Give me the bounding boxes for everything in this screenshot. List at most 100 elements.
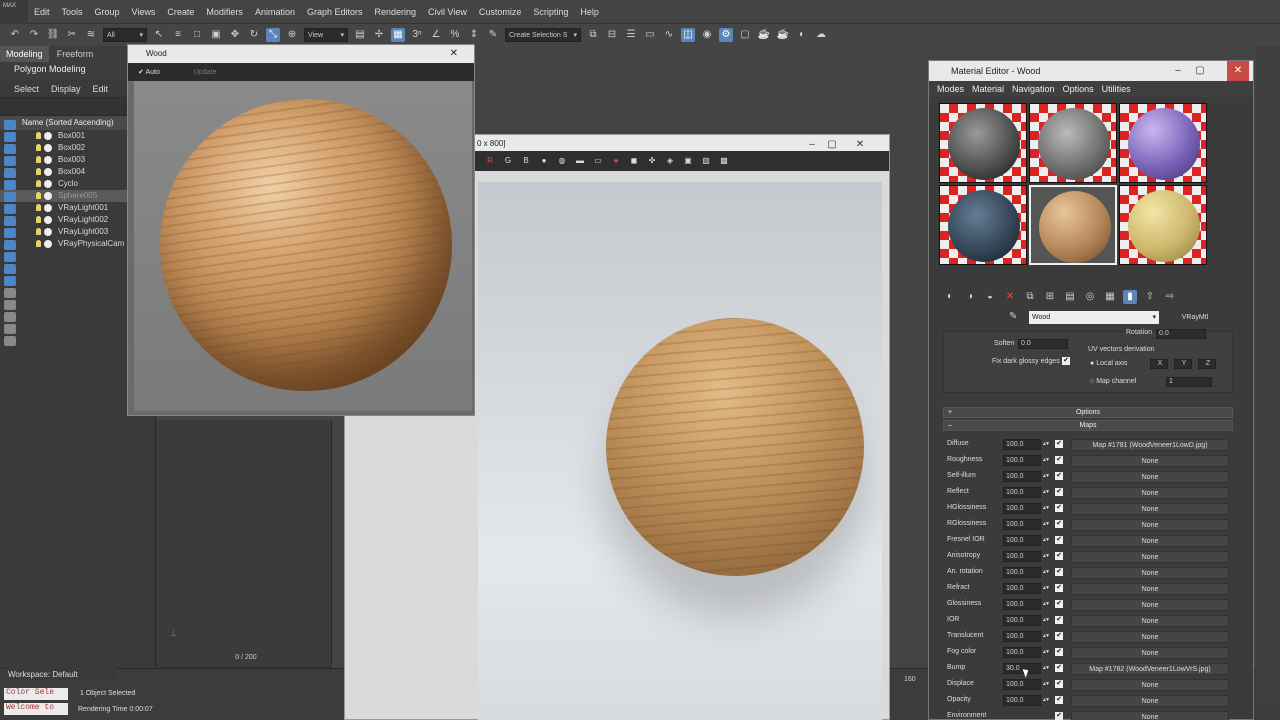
lightbulb-icon[interactable] — [36, 180, 41, 187]
lens-effects-icon[interactable]: ✜ — [647, 156, 657, 166]
rendered-frame-window-icon[interactable]: ▢ — [738, 28, 752, 42]
keyboard-shortcut-icon[interactable]: ▦ — [391, 28, 405, 42]
get-material-icon[interactable]: ◐ — [943, 290, 957, 304]
update-button[interactable]: Update — [194, 69, 217, 76]
map-enable-checkbox[interactable]: ✔ — [1055, 504, 1063, 512]
close-icon[interactable]: ✕ — [851, 135, 869, 155]
history-icon[interactable]: ◈ — [665, 156, 675, 166]
snaps-toggle-icon[interactable]: 3ⁿ — [410, 28, 424, 42]
stop-icon[interactable]: ● — [611, 156, 621, 166]
lightbulb-icon[interactable] — [36, 240, 41, 247]
unlink-icon[interactable]: ✂ — [65, 28, 79, 42]
close-icon[interactable]: ✕ — [450, 45, 458, 63]
mirror-icon[interactable]: ⧉ — [586, 28, 600, 42]
map-slot-button[interactable]: None — [1071, 679, 1229, 691]
soften-field[interactable]: 0.0 — [1018, 339, 1068, 349]
minimize-icon[interactable]: – — [803, 135, 821, 155]
display-containers-icon[interactable] — [4, 264, 16, 274]
put-to-library-icon[interactable]: ▤ — [1063, 290, 1077, 304]
map-slot-button[interactable]: None — [1071, 503, 1229, 515]
sample-slot[interactable] — [1029, 103, 1117, 183]
sample-slot-selected[interactable] — [1029, 185, 1117, 265]
menu-views[interactable]: Views — [126, 7, 162, 17]
maximize-icon[interactable]: ▢ — [1191, 61, 1209, 81]
fix-dark-glossy-checkbox[interactable]: ✔ — [1062, 357, 1070, 365]
menu-graph-editors[interactable]: Graph Editors — [301, 7, 369, 17]
close-icon[interactable]: ✕ — [1227, 61, 1249, 81]
map-enable-checkbox[interactable]: ✔ — [1055, 632, 1063, 640]
map-slot-button[interactable]: None — [1071, 647, 1229, 659]
menu-create[interactable]: Create — [161, 7, 200, 17]
map-enable-checkbox[interactable]: ✔ — [1055, 488, 1063, 496]
map-slot-button[interactable]: None — [1071, 695, 1229, 707]
display-lights-icon[interactable] — [4, 180, 16, 190]
display-bones-icon[interactable] — [4, 252, 16, 262]
sample-slot[interactable] — [1119, 185, 1207, 265]
pivot-icon[interactable]: ▤ — [353, 28, 367, 42]
map-amount-field[interactable]: 100.0 — [1003, 551, 1041, 562]
curve-editor-icon[interactable]: ∿ — [662, 28, 676, 42]
options-rollout[interactable]: + Options — [943, 407, 1233, 418]
display-none-icon[interactable] — [4, 120, 16, 130]
display-influences-icon[interactable] — [4, 312, 16, 322]
sample-slot[interactable] — [1119, 103, 1207, 183]
lightbulb-icon[interactable] — [36, 228, 41, 235]
menu-help[interactable]: Help — [574, 7, 605, 17]
blue-channel-button[interactable]: B — [521, 156, 531, 166]
maximize-icon[interactable]: ▢ — [823, 135, 841, 155]
display-geometry-icon[interactable] — [4, 156, 16, 166]
maps-rollout[interactable]: – Maps — [943, 420, 1233, 431]
map-amount-field[interactable]: 100.0 — [1003, 647, 1041, 658]
viewport-perspective[interactable]: ⊥ — [156, 420, 332, 668]
menu-tools[interactable]: Tools — [56, 7, 89, 17]
map-enable-checkbox[interactable]: ✔ — [1055, 536, 1063, 544]
tab-freeform[interactable]: Freeform — [51, 46, 100, 62]
display-shapes-icon[interactable] — [4, 168, 16, 178]
compare-icon[interactable]: ▣ — [683, 156, 693, 166]
mono-icon[interactable]: ◍ — [557, 156, 567, 166]
go-forward-icon[interactable]: ⇨ — [1163, 290, 1177, 304]
map-enable-checkbox[interactable]: ✔ — [1055, 584, 1063, 592]
display-xrefs-icon[interactable] — [4, 240, 16, 250]
put-to-scene-icon[interactable]: ◑ — [963, 290, 977, 304]
axis-x-button[interactable]: X — [1150, 359, 1168, 369]
material-editor-icon[interactable]: ◉ — [700, 28, 714, 42]
rect-selection-icon[interactable]: □ — [190, 28, 204, 42]
map-amount-field[interactable]: 100.0 — [1003, 535, 1041, 546]
rotation-field[interactable]: 0.0 — [1156, 329, 1206, 339]
red-channel-button[interactable]: R — [485, 156, 495, 166]
scene-menu-display[interactable]: Display — [51, 84, 81, 94]
map-amount-field[interactable]: 100.0 — [1003, 439, 1041, 450]
render-canvas[interactable] — [478, 182, 882, 720]
map-amount-field[interactable]: 100.0 — [1003, 455, 1041, 466]
sample-slot[interactable] — [939, 185, 1027, 265]
save-icon[interactable]: ▬ — [575, 156, 585, 166]
lightbulb-icon[interactable] — [36, 144, 41, 151]
lightbulb-icon[interactable] — [36, 204, 41, 211]
ribbon-toggle-icon[interactable]: ▭ — [643, 28, 657, 42]
layer-explorer-icon[interactable]: ☰ — [624, 28, 638, 42]
angle-snap-icon[interactable]: ∠ — [429, 28, 443, 42]
display-groups-icon[interactable] — [4, 228, 16, 238]
menu-group[interactable]: Group — [89, 7, 126, 17]
map-amount-field[interactable]: 100.0 — [1003, 599, 1041, 610]
map-enable-checkbox[interactable]: ✔ — [1055, 616, 1063, 624]
auto-checkbox[interactable]: ✔ Auto — [138, 68, 160, 76]
map-amount-field[interactable]: 100.0 — [1003, 631, 1041, 642]
menu-modes[interactable]: Modes — [937, 84, 964, 94]
undo-icon[interactable]: ↶ — [8, 28, 22, 42]
display-frozen-icon[interactable] — [4, 276, 16, 286]
map-slot-button[interactable]: None — [1071, 471, 1229, 483]
scene-menu-select[interactable]: Select — [14, 84, 39, 94]
render-production-icon[interactable]: ☕ — [757, 28, 771, 42]
display-all-icon[interactable] — [4, 132, 16, 142]
map-slot-button[interactable]: None — [1071, 535, 1229, 547]
map-amount-field[interactable]: 100.0 — [1003, 679, 1041, 690]
menu-edit[interactable]: Edit — [28, 7, 56, 17]
assign-material-icon[interactable]: ◒ — [983, 290, 997, 304]
map-amount-field[interactable]: 100.0 — [1003, 583, 1041, 594]
rotate-icon[interactable]: ↻ — [247, 28, 261, 42]
schematic-view-icon[interactable]: ◫ — [681, 28, 695, 42]
map-enable-checkbox[interactable]: ✔ — [1055, 664, 1063, 672]
folder-icon[interactable]: ▭ — [593, 156, 603, 166]
